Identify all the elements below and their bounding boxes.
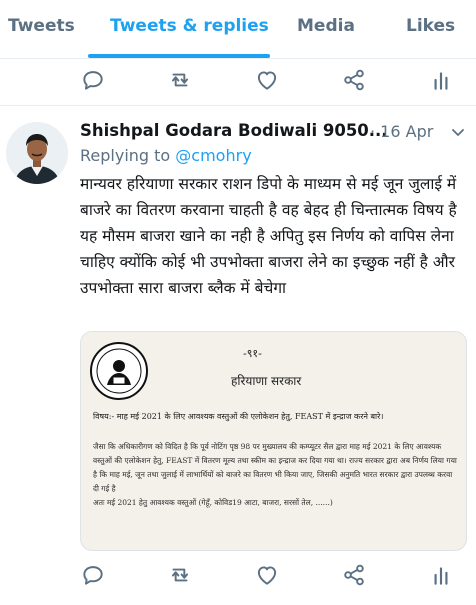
retweet-icon[interactable] bbox=[167, 67, 193, 93]
tab-tweets-and-replies[interactable]: Tweets & replies bbox=[110, 16, 269, 36]
analytics-icon[interactable] bbox=[428, 67, 454, 93]
tweet-actions bbox=[0, 558, 476, 592]
tweet-text: मान्यवर हरियाणा सरकार राशन डिपो के माध्य… bbox=[80, 175, 457, 297]
department-logo bbox=[89, 341, 149, 401]
replying-to-prefix: Replying to bbox=[80, 146, 176, 165]
tab-media[interactable]: Media bbox=[297, 16, 355, 36]
document-number: -९१- bbox=[243, 347, 262, 360]
profile-tabs: Tweets Tweets & replies Media Likes bbox=[0, 0, 476, 59]
replying-to: Replying to @cmohry bbox=[80, 146, 252, 165]
tweet-image[interactable]: -९१- हरियाणा सरकार विषय:- माह मई 2021 के… bbox=[80, 331, 467, 551]
chevron-down-icon[interactable] bbox=[450, 122, 466, 144]
analytics-icon[interactable] bbox=[428, 562, 454, 588]
document-paragraph-2: अतः मई 2021 हेतु आवश्यक वस्तुओं (गेहूँ, … bbox=[93, 498, 333, 507]
document-organisation: हरियाणा सरकार bbox=[231, 374, 302, 388]
active-tab-indicator bbox=[88, 54, 270, 58]
document-subject: विषय:- माह मई 2021 के लिए आवश्यक वस्तुओं… bbox=[93, 412, 384, 421]
reply-icon[interactable] bbox=[80, 67, 106, 93]
reply-icon[interactable] bbox=[80, 562, 106, 588]
share-icon[interactable] bbox=[341, 67, 367, 93]
tweet-divider bbox=[0, 105, 476, 106]
tweet-date[interactable]: · 16 Apr bbox=[370, 122, 433, 141]
previous-tweet-actions bbox=[0, 63, 476, 97]
retweet-icon[interactable] bbox=[167, 562, 193, 588]
author-name[interactable]: Shishpal Godara Bodiwali 9050... bbox=[80, 121, 388, 140]
heart-icon[interactable] bbox=[254, 67, 280, 93]
tab-tweets[interactable]: Tweets bbox=[8, 16, 75, 36]
share-icon[interactable] bbox=[341, 562, 367, 588]
avatar[interactable] bbox=[6, 122, 68, 184]
document-paragraph-1: जैसा कि अधिकारीगण को विदित है कि पूर्व न… bbox=[93, 442, 457, 493]
heart-icon[interactable] bbox=[254, 562, 280, 588]
tab-likes[interactable]: Likes bbox=[406, 16, 455, 36]
replying-to-handle[interactable]: @cmohry bbox=[175, 146, 251, 165]
document-paragraph: जैसा कि अधिकारीगण को विदित है कि पूर्व न… bbox=[93, 440, 458, 510]
